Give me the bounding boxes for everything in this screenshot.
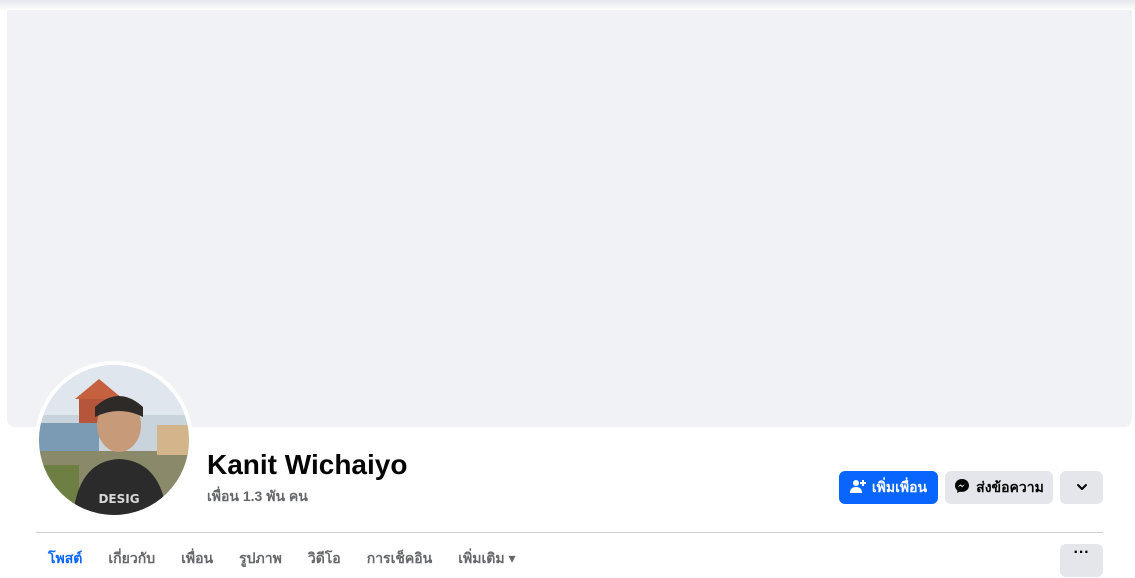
- tab-about[interactable]: เกี่ยวกับ: [108, 548, 155, 578]
- tab-videos[interactable]: วิดีโอ: [308, 548, 341, 578]
- profile-name: Kanit Wichaiyo: [207, 449, 408, 480]
- messenger-icon: [954, 478, 970, 497]
- tab-photos[interactable]: รูปภาพ: [239, 548, 282, 578]
- add-person-icon: [849, 478, 866, 497]
- tab-checkins[interactable]: การเช็คอิน: [367, 548, 433, 578]
- avatar-photo: DESIG: [39, 365, 189, 515]
- message-button[interactable]: ส่งข้อความ: [945, 471, 1053, 504]
- profile-avatar[interactable]: DESIG: [39, 365, 189, 515]
- tab-more[interactable]: เพิ่มเติม ▾: [458, 548, 515, 578]
- cover-photo[interactable]: [7, 10, 1132, 427]
- message-label: ส่งข้อความ: [976, 478, 1044, 495]
- add-friend-button[interactable]: เพิ่มเพื่อน: [839, 471, 938, 504]
- add-friend-label: เพิ่มเพื่อน: [871, 478, 928, 495]
- tab-posts[interactable]: โพสต์: [48, 548, 82, 578]
- tabs-overflow-button[interactable]: ···: [1060, 544, 1103, 577]
- tab-friends[interactable]: เพื่อน: [181, 548, 213, 578]
- profile-more-button[interactable]: [1060, 471, 1103, 504]
- profile-tabs: โพสต์ เกี่ยวกับ เพื่อน รูปภาพ วิดีโอ การ…: [48, 548, 515, 578]
- friends-count[interactable]: เพื่อน 1.3 พัน คน: [207, 487, 308, 505]
- profile-divider: [36, 532, 1103, 533]
- chevron-down-icon: [1076, 480, 1088, 496]
- ellipsis-icon: ···: [1073, 544, 1090, 561]
- svg-text:DESIG: DESIG: [98, 492, 139, 506]
- top-nav-shadow: [0, 0, 1135, 10]
